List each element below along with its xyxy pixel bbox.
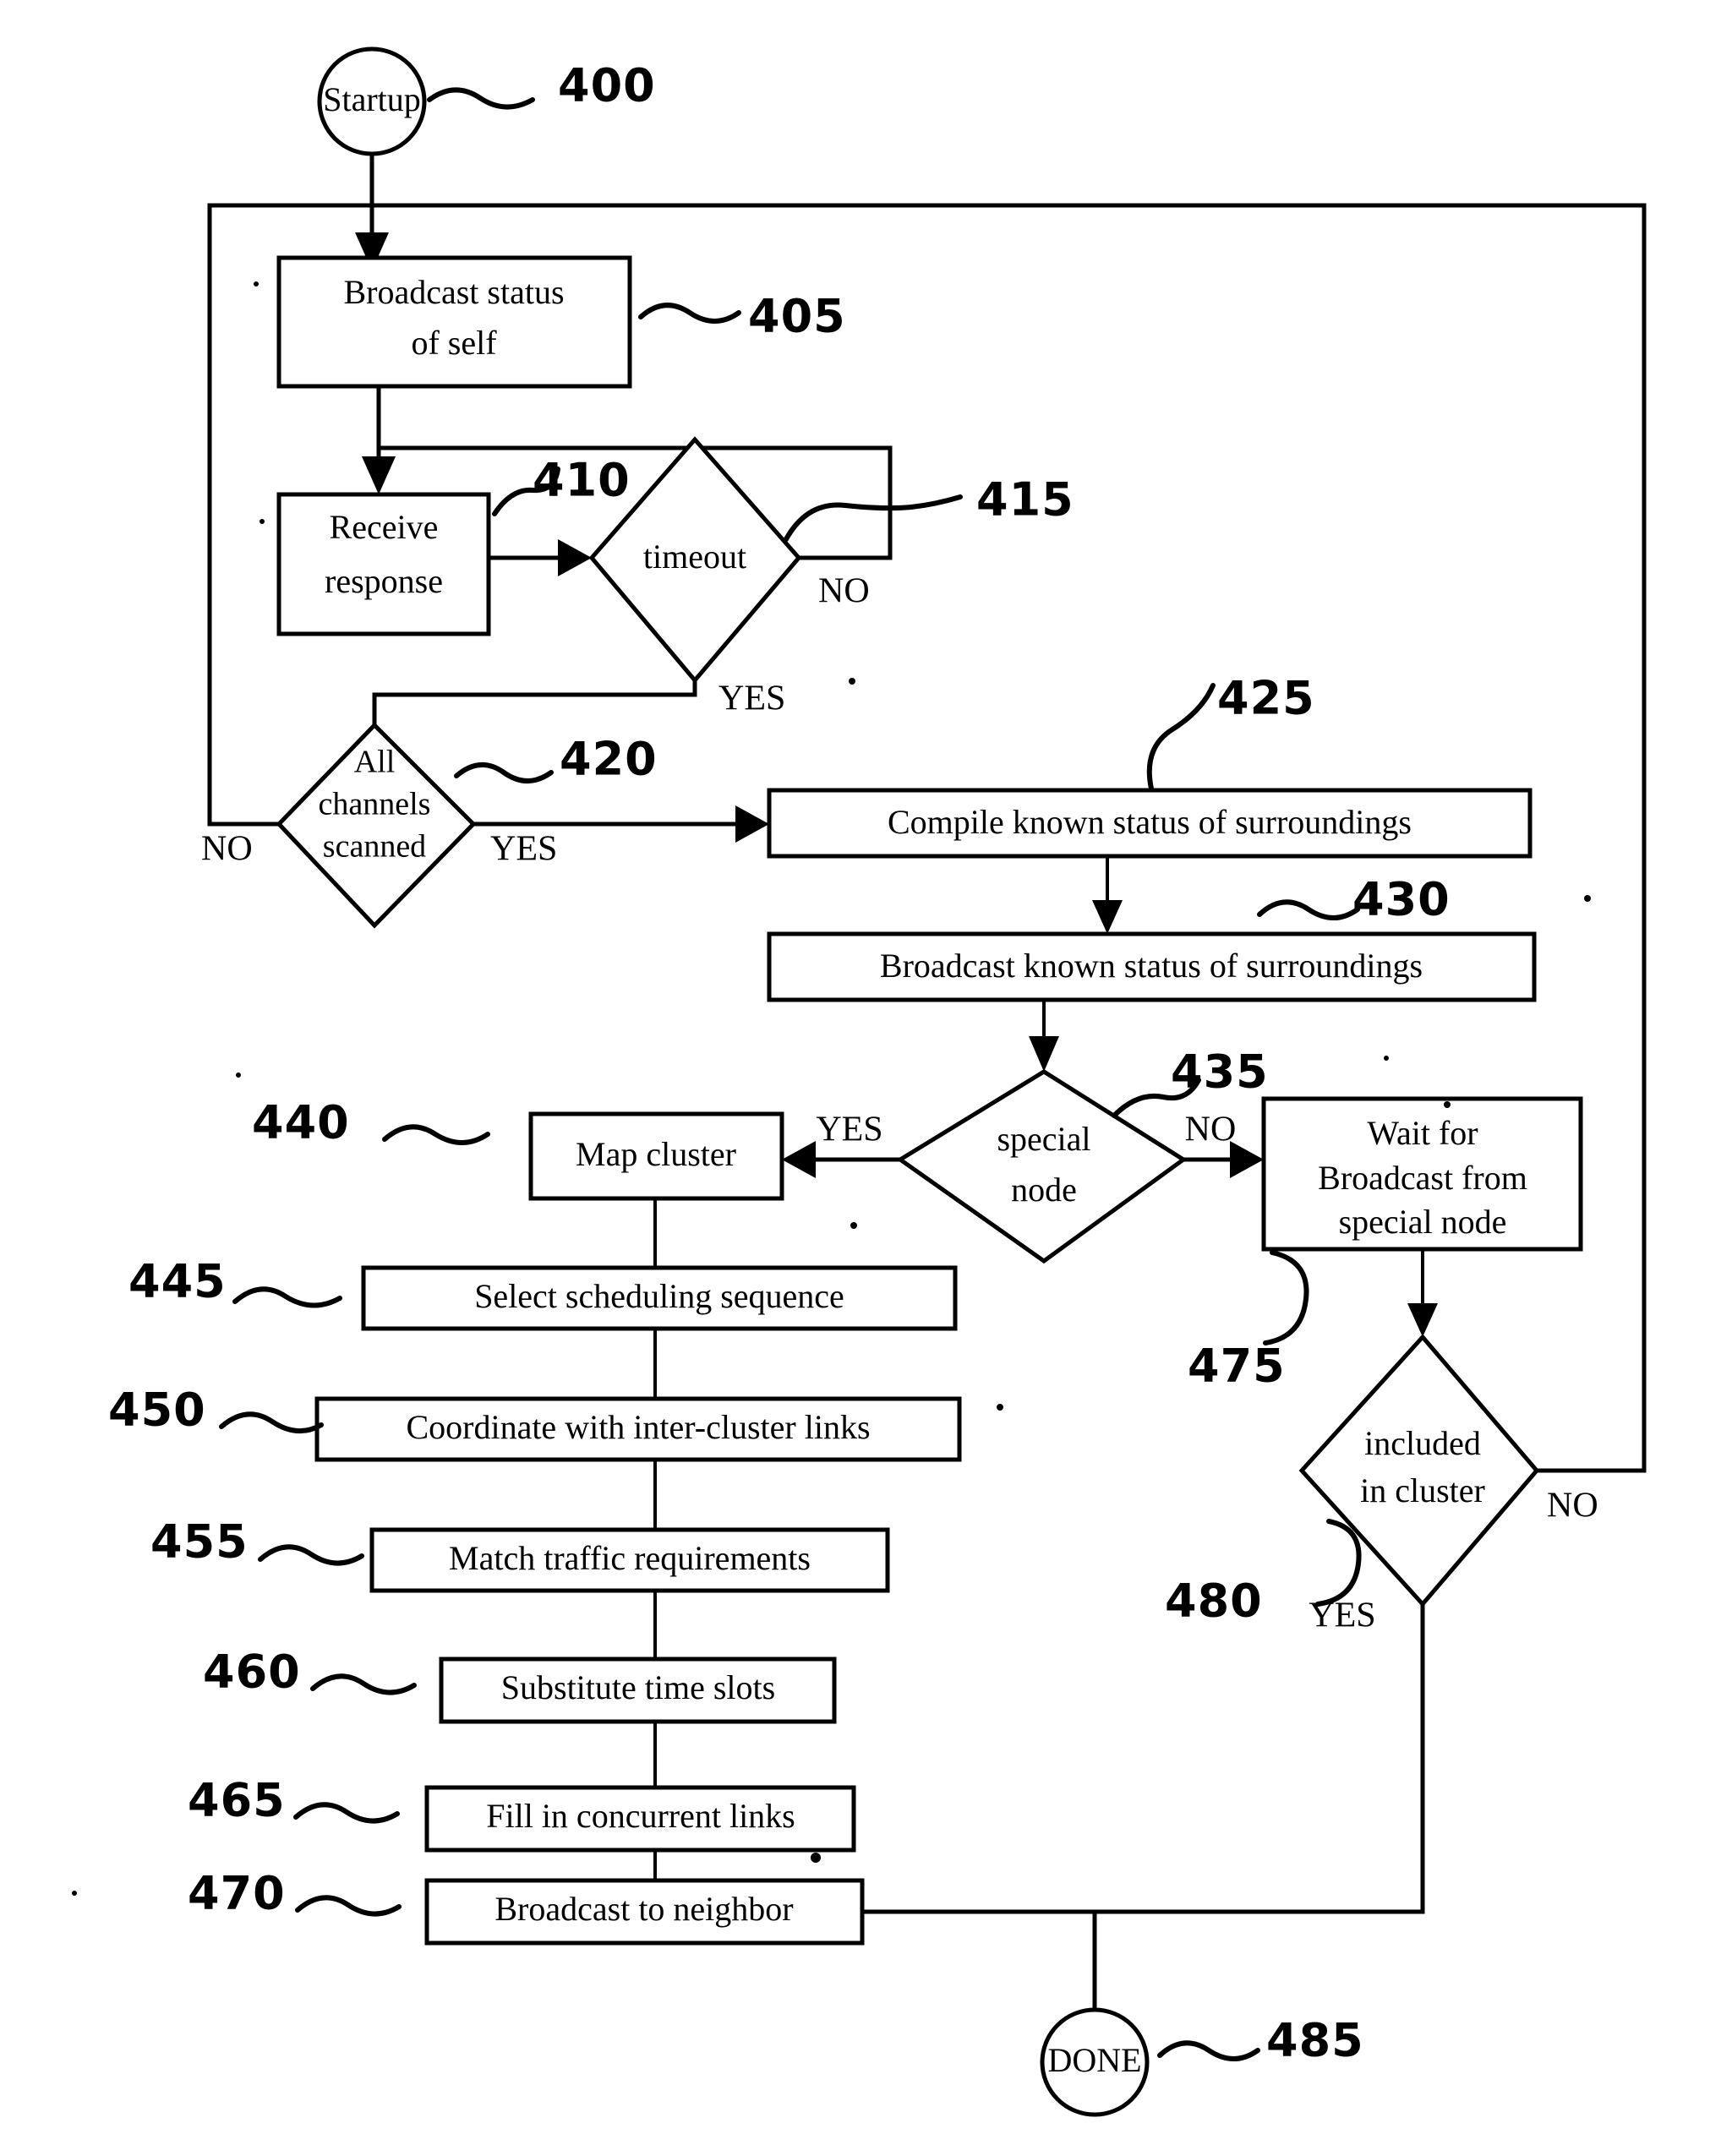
process-broadcast-status-self[interactable]: Broadcast status of self (276, 255, 632, 389)
process-broadcast-to-neighbor-label: Broadcast to neighbor (494, 1890, 793, 1928)
reference-numeral-465-text: 465 (188, 1774, 286, 1827)
connector-wait-to-included (1407, 1247, 1438, 1337)
decision-all-channels-line2: channels (319, 787, 431, 822)
process-wait-for-broadcast-line3: special node (1339, 1203, 1507, 1241)
reference-numeral-440: 440 (252, 1096, 490, 1149)
reference-numeral-425: 425 (1146, 672, 1315, 791)
reference-numeral-420: 420 (454, 733, 658, 786)
process-select-scheduling-sequence-label: Select scheduling sequence (474, 1277, 844, 1315)
process-wait-for-broadcast-line1: Wait for (1367, 1114, 1478, 1152)
process-substitute-time-slots-label: Substitute time slots (501, 1668, 775, 1706)
process-compile-known-status[interactable]: Compile known status of surroundings (767, 788, 1533, 859)
decision-special-node-line2: node (1011, 1171, 1077, 1209)
decision-special-node-yes-label: YES (816, 1111, 882, 1149)
decision-timeout-label: timeout (643, 538, 746, 576)
decision-included-in-cluster-no-label: NO (1547, 1487, 1598, 1526)
connector-timeout-yes-to-allchannels (372, 678, 697, 728)
decision-included-in-cluster-line1: included (1364, 1424, 1481, 1462)
process-receive-response-line1: Receive (330, 508, 439, 546)
reference-numeral-470: 470 (188, 1867, 402, 1920)
process-coordinate-inter-cluster-links[interactable]: Coordinate with inter-cluster links (314, 1396, 962, 1462)
reference-numeral-450-text: 450 (108, 1384, 206, 1437)
reference-numeral-455: 455 (150, 1515, 364, 1569)
reference-numeral-485-text: 485 (1266, 2014, 1364, 2067)
reference-numeral-480-text: 480 (1165, 1575, 1263, 1628)
connector-startup-to-broadcast-self (355, 145, 389, 270)
decision-timeout[interactable]: timeout NO YES (588, 436, 870, 718)
process-fill-in-concurrent-links-label: Fill in concurrent links (486, 1797, 795, 1835)
flowchart-canvas: Startup Broadcast status of self Receive… (72, 46, 1647, 2117)
reference-numeral-405: 405 (638, 290, 846, 343)
process-wait-for-broadcast[interactable]: Wait for Broadcast from special node (1261, 1096, 1583, 1252)
decision-all-channels-line1: All (354, 745, 396, 780)
reference-numeral-445-text: 445 (128, 1255, 227, 1308)
patent-figure-flowchart: Startup Broadcast status of self Receive… (0, 0, 1732, 2156)
connector-broadcast-neighbor-to-done (858, 1909, 1425, 2016)
connector-included-no-to-rail (1534, 203, 1647, 1473)
process-map-cluster-label: Map cluster (576, 1135, 736, 1173)
decision-included-in-cluster-line2: in cluster (1360, 1471, 1485, 1509)
connector-broadcast-self-to-receive (362, 382, 396, 494)
decision-special-node-line1: special (997, 1120, 1090, 1158)
reference-numeral-410-text: 410 (533, 454, 631, 507)
decision-timeout-no-label: NO (818, 572, 870, 611)
connector-included-yes-to-done (1092, 1602, 1425, 2014)
reference-numeral-430-text: 430 (1352, 873, 1451, 926)
process-map-cluster[interactable]: Map cluster (528, 1111, 784, 1201)
decision-all-channels-yes-label: YES (490, 830, 557, 869)
reference-numeral-435-text: 435 (1171, 1045, 1269, 1099)
reference-numeral-440-text: 440 (252, 1096, 350, 1149)
connector-broadcast-known-to-special (1029, 996, 1059, 1072)
connector-compile-to-broadcast-known (1092, 852, 1123, 934)
reference-numeral-410: 410 (492, 454, 631, 516)
process-compile-known-status-label: Compile known status of surroundings (888, 803, 1412, 841)
connector-receive-to-timeout (486, 539, 592, 576)
process-receive-response-line2: response (325, 562, 443, 600)
reference-numeral-430: 430 (1257, 873, 1451, 926)
reference-numeral-450: 450 (108, 1384, 324, 1437)
process-broadcast-known-status-label: Broadcast known status of surroundings (880, 947, 1423, 985)
reference-numeral-485: 485 (1157, 2014, 1364, 2067)
reference-numeral-435: 435 (1112, 1045, 1269, 1118)
process-fill-in-concurrent-links[interactable]: Fill in concurrent links (424, 1785, 856, 1853)
decision-special-node-no-label: NO (1185, 1111, 1237, 1149)
process-match-traffic-requirements-label: Match traffic requirements (449, 1539, 811, 1577)
decision-all-channels-line3: scanned (323, 829, 426, 865)
terminal-startup[interactable]: Startup (317, 46, 427, 156)
process-substitute-time-slots[interactable]: Substitute time slots (439, 1657, 837, 1724)
process-receive-response[interactable]: Receive response (276, 492, 491, 636)
reference-numeral-400-text: 400 (558, 59, 656, 112)
process-match-traffic-requirements[interactable]: Match traffic requirements (369, 1527, 890, 1593)
process-broadcast-status-self-line2: of self (411, 324, 497, 362)
reference-numeral-455-text: 455 (150, 1515, 249, 1569)
reference-numeral-445: 445 (128, 1255, 342, 1308)
process-coordinate-inter-cluster-links-label: Coordinate with inter-cluster links (406, 1408, 870, 1446)
terminal-done-label: DONE (1047, 2041, 1141, 2079)
reference-numeral-460-text: 460 (203, 1646, 301, 1699)
reference-numeral-465: 465 (188, 1774, 400, 1827)
reference-numeral-420-text: 420 (560, 733, 658, 786)
reference-numeral-460: 460 (203, 1646, 417, 1699)
reference-numeral-425-text: 425 (1217, 672, 1315, 725)
decision-all-channels-no-label: NO (201, 830, 253, 869)
terminal-done[interactable]: DONE (1040, 2007, 1150, 2117)
process-broadcast-to-neighbor[interactable]: Broadcast to neighbor (424, 1878, 865, 1946)
reference-numeral-405-text: 405 (748, 290, 846, 343)
process-wait-for-broadcast-line2: Broadcast from (1318, 1159, 1527, 1197)
process-broadcast-known-status[interactable]: Broadcast known status of surroundings (767, 931, 1537, 1002)
decision-timeout-yes-label: YES (718, 680, 785, 718)
reference-numeral-400: 400 (427, 59, 656, 112)
terminal-startup-label: Startup (323, 80, 421, 118)
process-broadcast-status-self-line1: Broadcast status (343, 273, 564, 311)
reference-numeral-415-text: 415 (976, 473, 1074, 527)
reference-numeral-475-text: 475 (1188, 1340, 1286, 1393)
reference-numeral-475: 475 (1188, 1250, 1309, 1393)
reference-numeral-415: 415 (784, 473, 1074, 542)
reference-numeral-470-text: 470 (188, 1867, 286, 1920)
process-select-scheduling-sequence[interactable]: Select scheduling sequence (361, 1265, 958, 1331)
